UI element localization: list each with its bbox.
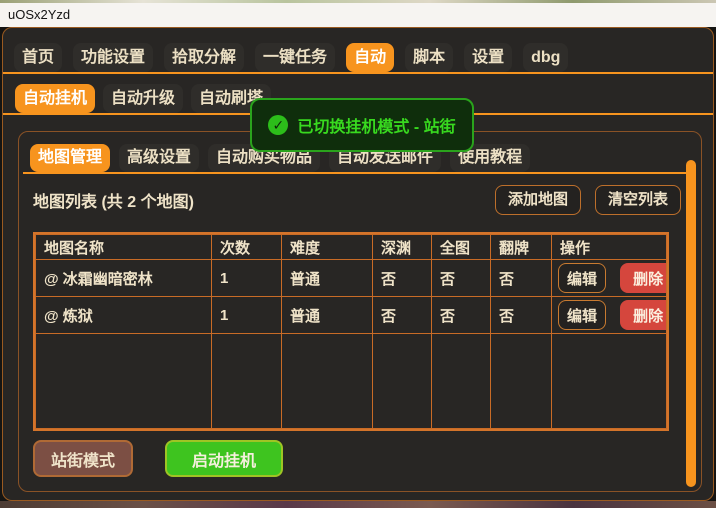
edit-button[interactable]: 编辑 (558, 300, 606, 330)
cell-full-map: 否 (432, 297, 491, 334)
map-table: 地图名称 次数 难度 深渊 全图 翻牌 操作 @ 冰霜幽暗密林 1 普通 否 (33, 232, 669, 431)
auto-sub-tabs: 自动挂机 自动升级 自动刷塔 (15, 84, 271, 113)
street-mode-button[interactable]: 站街模式 (33, 440, 133, 477)
table-row: @ 冰霜幽暗密林 1 普通 否 否 否 编辑 删除 (36, 260, 667, 297)
cell-flip: 否 (491, 260, 552, 297)
cell-difficulty: 普通 (282, 260, 373, 297)
map-list-title: 地图列表 (共 2 个地图) (33, 188, 495, 212)
toast-notification: ✓ 已切换挂机模式 - 站街 (250, 98, 474, 152)
col-count: 次数 (212, 235, 282, 260)
vertical-scrollbar-thumb[interactable] (686, 160, 696, 487)
col-map-name: 地图名称 (36, 235, 212, 260)
edit-button[interactable]: 编辑 (558, 263, 606, 293)
tab-auto[interactable]: 自动 (346, 43, 394, 72)
tab-function-settings[interactable]: 功能设置 (73, 43, 153, 72)
table-header-row: 地图名称 次数 难度 深渊 全图 翻牌 操作 (36, 235, 667, 260)
window-title: uOSx2Yzd (8, 7, 70, 22)
col-flip: 翻牌 (491, 235, 552, 260)
tab-home[interactable]: 首页 (14, 43, 62, 72)
delete-button[interactable]: 删除 (620, 300, 666, 330)
inner-nav-underline (23, 172, 689, 174)
desktop-background-bottom (0, 501, 716, 508)
tab-auto-levelup[interactable]: 自动升级 (103, 84, 183, 113)
table-row: @ 炼狱 1 普通 否 否 否 编辑 删除 (36, 297, 667, 334)
tab-auto-afk[interactable]: 自动挂机 (15, 84, 95, 113)
tab-settings[interactable]: 设置 (464, 43, 512, 72)
tab-map-management[interactable]: 地图管理 (30, 144, 110, 172)
toast-message: 已切换挂机模式 - 站街 (297, 113, 455, 137)
nav-underline (3, 72, 714, 74)
afk-content-panel: 地图管理 高级设置 自动购买物品 自动发送邮件 使用教程 地图列表 (共 2 个… (18, 131, 702, 492)
cell-actions: 编辑 删除 (552, 260, 667, 297)
main-nav-tabs: 首页 功能设置 拾取分解 一键任务 自动 脚本 设置 dbg (14, 43, 568, 72)
col-actions: 操作 (552, 235, 667, 260)
tab-script[interactable]: 脚本 (405, 43, 453, 72)
cell-actions: 编辑 删除 (552, 297, 667, 334)
cell-flip: 否 (491, 297, 552, 334)
cell-abyss: 否 (373, 297, 432, 334)
cell-map-name: @ 炼狱 (36, 297, 212, 334)
col-abyss: 深渊 (373, 235, 432, 260)
col-full-map: 全图 (432, 235, 491, 260)
cell-full-map: 否 (432, 260, 491, 297)
tab-one-key-tasks[interactable]: 一键任务 (255, 43, 335, 72)
cell-difficulty: 普通 (282, 297, 373, 334)
start-afk-button[interactable]: 启动挂机 (165, 440, 283, 477)
clear-list-button[interactable]: 清空列表 (595, 185, 681, 215)
tab-dbg[interactable]: dbg (523, 43, 568, 72)
table-empty-area (36, 334, 667, 429)
cell-count: 1 (212, 297, 282, 334)
add-map-button[interactable]: 添加地图 (495, 185, 581, 215)
map-list-header: 地图列表 (共 2 个地图) 添加地图 清空列表 (33, 185, 681, 215)
tab-advanced-settings[interactable]: 高级设置 (119, 144, 199, 172)
check-circle-icon: ✓ (268, 115, 288, 135)
cell-count: 1 (212, 260, 282, 297)
col-difficulty: 难度 (282, 235, 373, 260)
tab-pickup-decompose[interactable]: 拾取分解 (164, 43, 244, 72)
window-titlebar[interactable]: uOSx2Yzd (0, 3, 716, 27)
delete-button[interactable]: 删除 (620, 263, 666, 293)
cell-abyss: 否 (373, 260, 432, 297)
cell-map-name: @ 冰霜幽暗密林 (36, 260, 212, 297)
